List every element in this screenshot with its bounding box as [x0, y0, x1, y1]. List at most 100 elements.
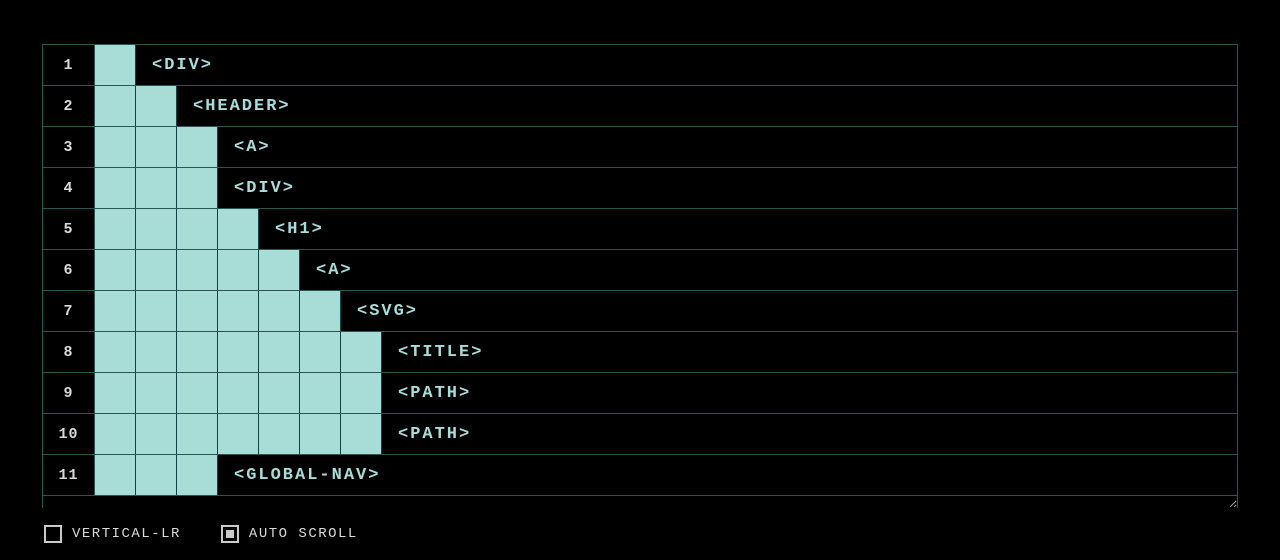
indent-cell [136, 86, 177, 126]
indent-cell [177, 291, 218, 331]
element-tag: <A> [218, 127, 271, 167]
indent-cell [177, 168, 218, 208]
tree-row[interactable]: 5 <H1> [43, 209, 1237, 250]
indent-cell [259, 332, 300, 372]
element-tag: <A> [300, 250, 353, 290]
vertical-lr-label: VERTICAL-LR [72, 526, 181, 542]
line-number: 11 [43, 455, 95, 495]
indent-cell [341, 373, 382, 413]
element-tag: <PATH> [382, 373, 471, 413]
indent-cell [341, 332, 382, 372]
indent-cell [95, 127, 136, 167]
indent-cell [177, 414, 218, 454]
indent-cell [95, 45, 136, 85]
tree-row[interactable]: 11 <GLOBAL-NAV> [43, 455, 1237, 496]
indent-cell [177, 209, 218, 249]
indent-cells [95, 86, 177, 126]
line-number: 9 [43, 373, 95, 413]
indent-cells [95, 373, 382, 413]
indent-cell [136, 373, 177, 413]
indent-cells [95, 45, 136, 85]
indent-cell [177, 373, 218, 413]
tree-row[interactable]: 9 <PATH> [43, 373, 1237, 414]
indent-cell [136, 455, 177, 495]
indent-cell [300, 373, 341, 413]
indent-cell [136, 414, 177, 454]
dom-tree[interactable]: 1 <DIV> 2 <HEADER> 3 <A> 4 <DIV> 5 <H1> 6 <A> 7 <SVG>… [42, 44, 1238, 508]
vertical-lr-toggle[interactable]: VERTICAL-LR [44, 525, 181, 543]
element-tag: <DIV> [218, 168, 295, 208]
indent-cells [95, 414, 382, 454]
indent-cell [95, 455, 136, 495]
indent-cell [95, 168, 136, 208]
indent-cell [95, 209, 136, 249]
indent-cell [218, 332, 259, 372]
line-number: 6 [43, 250, 95, 290]
line-number: 4 [43, 168, 95, 208]
indent-cells [95, 455, 218, 495]
tree-row[interactable]: 1 <DIV> [43, 45, 1237, 86]
tree-row[interactable]: 10 <PATH> [43, 414, 1237, 455]
indent-cell [300, 414, 341, 454]
indent-cell [95, 373, 136, 413]
auto-scroll-toggle[interactable]: AUTO SCROLL [221, 525, 358, 543]
checkbox-icon [44, 525, 62, 543]
line-number: 1 [43, 45, 95, 85]
indent-cell [341, 414, 382, 454]
element-tag: <PATH> [382, 414, 471, 454]
indent-cells [95, 332, 382, 372]
indent-cell [218, 414, 259, 454]
element-tag: <HEADER> [177, 86, 291, 126]
indent-cell [259, 373, 300, 413]
indent-cell [300, 291, 341, 331]
indent-cells [95, 168, 218, 208]
element-tag: <GLOBAL-NAV> [218, 455, 380, 495]
tree-row[interactable]: 2 <HEADER> [43, 86, 1237, 127]
indent-cell [259, 250, 300, 290]
indent-cells [95, 127, 218, 167]
tree-row[interactable]: 7 <SVG> [43, 291, 1237, 332]
element-tag: <H1> [259, 209, 324, 249]
indent-cell [259, 414, 300, 454]
indent-cell [177, 332, 218, 372]
tree-row[interactable]: 4 <DIV> [43, 168, 1237, 209]
line-number: 8 [43, 332, 95, 372]
line-number: 3 [43, 127, 95, 167]
indent-cell [95, 414, 136, 454]
auto-scroll-label: AUTO SCROLL [249, 526, 358, 542]
indent-cell [136, 168, 177, 208]
element-tag: <TITLE> [382, 332, 483, 372]
indent-cell [300, 332, 341, 372]
indent-cell [218, 373, 259, 413]
indent-cell [95, 291, 136, 331]
element-tag: <SVG> [341, 291, 418, 331]
indent-cell [136, 291, 177, 331]
indent-cell [177, 455, 218, 495]
indent-cell [218, 291, 259, 331]
line-number: 10 [43, 414, 95, 454]
tree-row[interactable]: 6 <A> [43, 250, 1237, 291]
indent-cells [95, 209, 259, 249]
indent-cell [95, 86, 136, 126]
indent-cell [259, 291, 300, 331]
indent-cell [177, 250, 218, 290]
checkbox-icon [221, 525, 239, 543]
indent-cell [177, 127, 218, 167]
indent-cell [218, 250, 259, 290]
line-number: 7 [43, 291, 95, 331]
indent-cell [95, 332, 136, 372]
indent-cells [95, 291, 341, 331]
line-number: 2 [43, 86, 95, 126]
element-tag: <DIV> [136, 45, 213, 85]
controls-bar: VERTICAL-LR AUTO SCROLL [42, 508, 1238, 560]
line-number: 5 [43, 209, 95, 249]
tree-row[interactable]: 3 <A> [43, 127, 1237, 168]
indent-cells [95, 250, 300, 290]
tree-row[interactable]: 8 <TITLE> [43, 332, 1237, 373]
indent-cell [136, 127, 177, 167]
indent-cell [95, 250, 136, 290]
indent-cell [136, 250, 177, 290]
indent-cell [136, 332, 177, 372]
indent-cell [218, 209, 259, 249]
indent-cell [136, 209, 177, 249]
